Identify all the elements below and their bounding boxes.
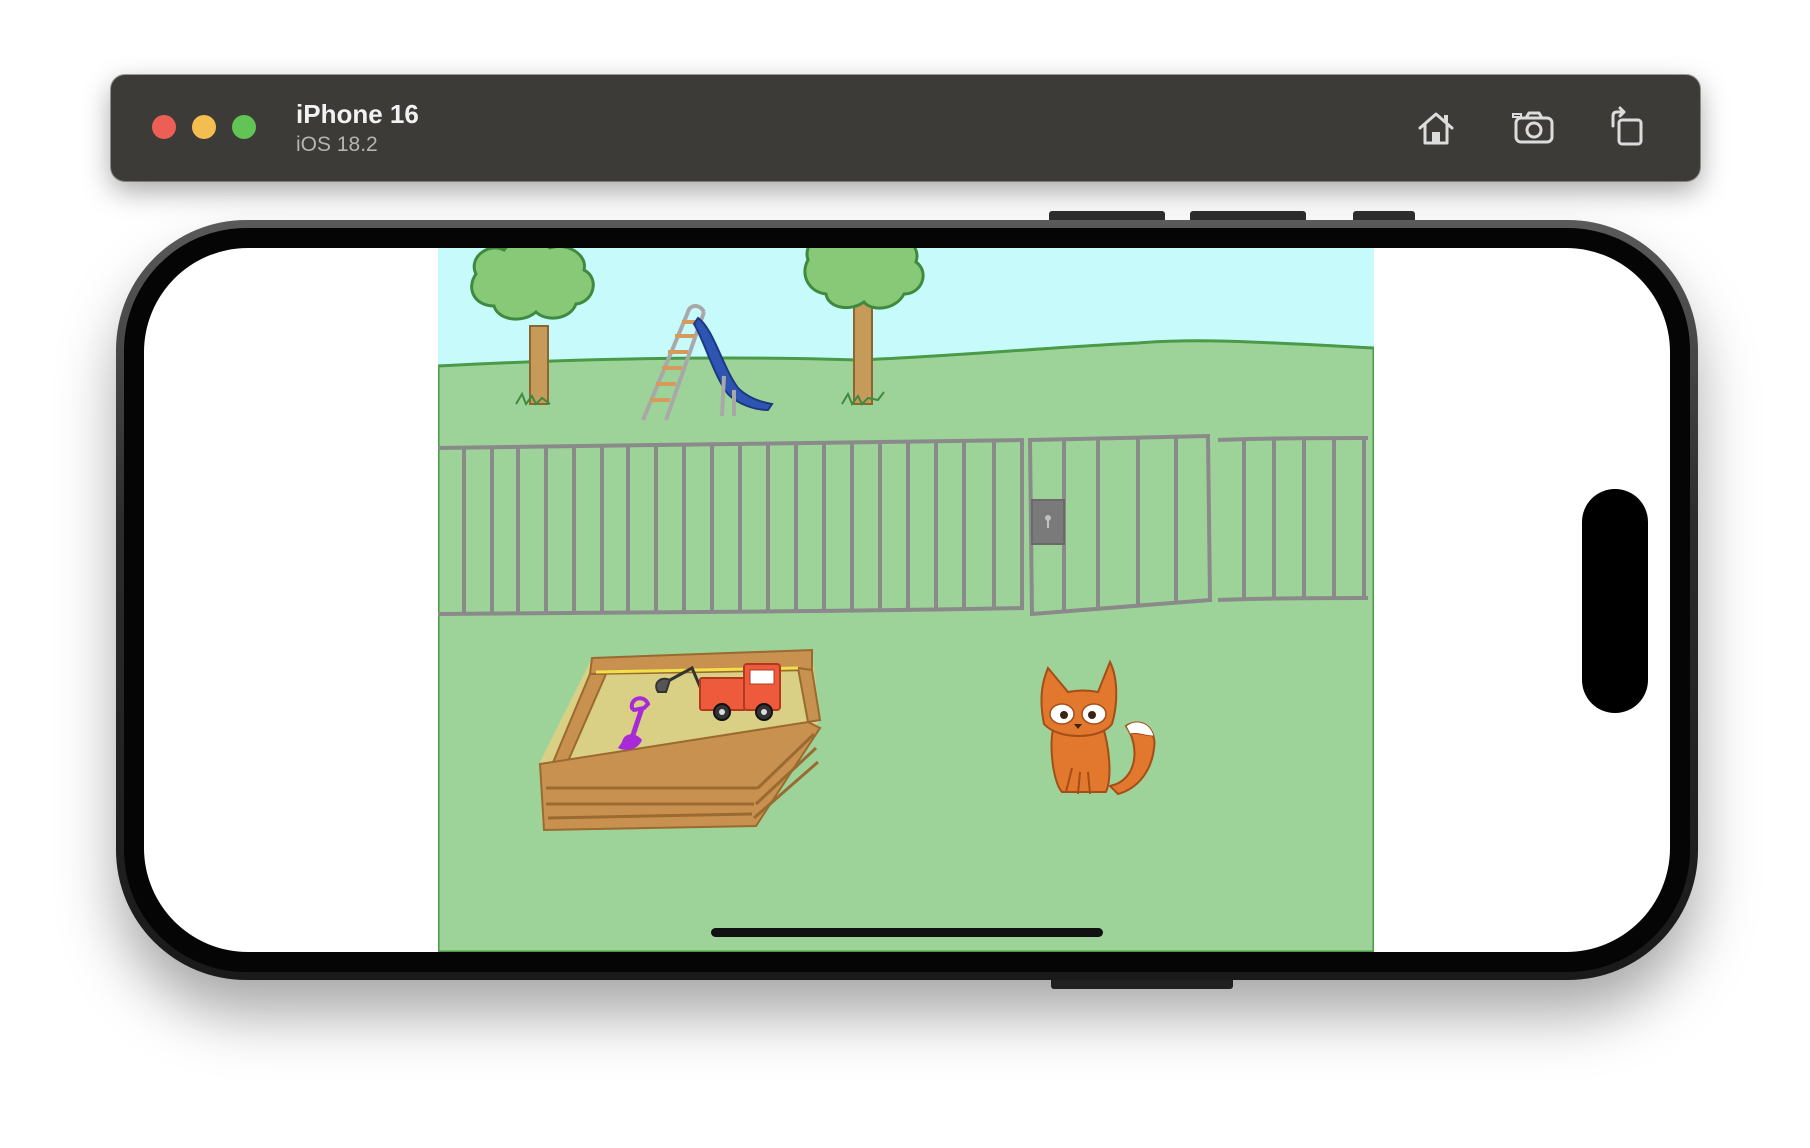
close-window-button[interactable] bbox=[152, 115, 176, 139]
dynamic-island bbox=[1582, 489, 1648, 713]
home-button[interactable] bbox=[1410, 102, 1462, 154]
home-indicator[interactable] bbox=[711, 928, 1103, 937]
home-icon bbox=[1418, 112, 1454, 145]
minimize-window-button[interactable] bbox=[192, 115, 216, 139]
simulator-titlebar: iPhone 16 iOS 18.2 bbox=[111, 75, 1700, 181]
screenshot-button[interactable] bbox=[1508, 102, 1560, 154]
zoom-window-button[interactable] bbox=[232, 115, 256, 139]
grass bbox=[438, 339, 1374, 952]
os-version: iOS 18.2 bbox=[296, 133, 378, 156]
device-name: iPhone 16 bbox=[296, 99, 419, 129]
game-canvas[interactable] bbox=[438, 248, 1374, 952]
rotate-button[interactable] bbox=[1601, 102, 1653, 154]
rotate-icon bbox=[1611, 106, 1643, 146]
camera-icon bbox=[1512, 111, 1554, 144]
phone-screen bbox=[144, 248, 1670, 952]
